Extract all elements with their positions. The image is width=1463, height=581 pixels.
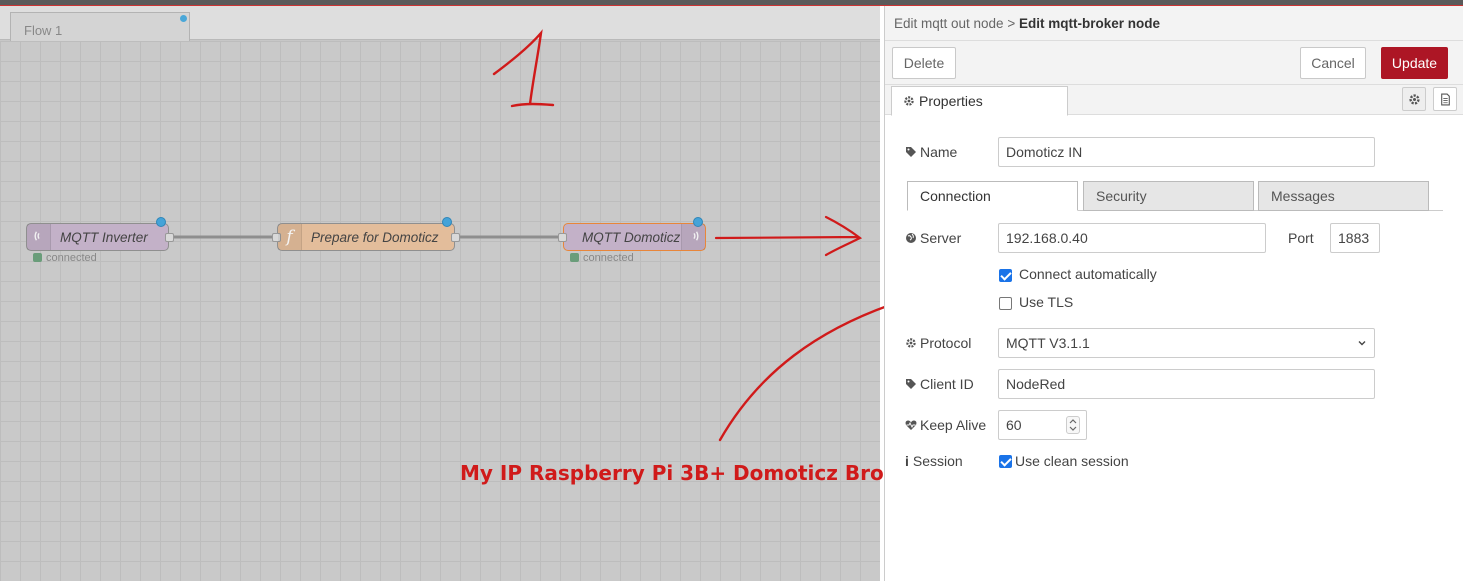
- output-port[interactable]: [451, 233, 460, 242]
- keep-alive-label-text: Keep Alive: [920, 417, 987, 433]
- breadcrumb-parent[interactable]: Edit mqtt out node >: [894, 16, 1015, 31]
- number-spinner[interactable]: [1066, 416, 1080, 434]
- properties-tab-bar: Properties: [885, 85, 1463, 116]
- editor-panel: Edit mqtt out node > Edit mqtt-broker no…: [884, 6, 1463, 581]
- editor-toolbar: Delete Cancel Update: [885, 41, 1463, 85]
- protocol-select[interactable]: MQTT V3.1.1: [998, 328, 1375, 358]
- tab-messages[interactable]: Messages: [1258, 181, 1429, 211]
- gear-icon: [1409, 94, 1420, 105]
- status-dot-icon: [570, 253, 579, 262]
- tab-security-label: Security: [1096, 188, 1147, 204]
- clean-session-label[interactable]: Use clean session: [1015, 453, 1129, 469]
- client-id-label-text: Client ID: [920, 376, 974, 392]
- keep-alive-label: Keep Alive: [905, 417, 986, 433]
- keep-alive-value: 60: [1006, 417, 1022, 433]
- info-icon: i: [905, 453, 909, 469]
- mqtt-wave-icon: [681, 224, 705, 250]
- node-changed-badge: [156, 217, 166, 227]
- gear-icon: [904, 96, 914, 106]
- update-button[interactable]: Update: [1381, 47, 1448, 79]
- mqtt-wave-icon: [27, 224, 51, 250]
- protocol-value: MQTT V3.1.1: [1006, 335, 1090, 351]
- status-text: connected: [46, 252, 97, 264]
- connect-automatically-checkbox[interactable]: [999, 269, 1012, 282]
- tab-properties[interactable]: Properties: [891, 86, 1068, 116]
- document-icon: [1441, 93, 1450, 106]
- breadcrumb: Edit mqtt out node > Edit mqtt-broker no…: [894, 16, 1160, 31]
- node-changed-badge: [442, 217, 452, 227]
- status-text: connected: [583, 252, 634, 264]
- use-tls-checkbox[interactable]: [999, 297, 1012, 310]
- server-label: Server: [905, 230, 961, 246]
- editor-header: Edit mqtt out node > Edit mqtt-broker no…: [885, 6, 1463, 41]
- tab-connection-label: Connection: [920, 188, 991, 204]
- wires-layer: [173, 235, 564, 239]
- status-dot-icon: [33, 253, 42, 262]
- connection-tabs: Connection Security Messages: [907, 181, 1443, 211]
- node-description-button[interactable]: [1433, 87, 1457, 111]
- globe-icon: [906, 233, 916, 243]
- session-label-text: Session: [912, 453, 963, 469]
- client-id-input[interactable]: NodeRed: [998, 369, 1375, 399]
- node-status: connected: [570, 252, 634, 264]
- connect-automatically-label[interactable]: Connect automatically: [1019, 266, 1157, 282]
- tab-messages-label: Messages: [1271, 188, 1335, 204]
- node-mqtt-domoticz[interactable]: MQTT Domoticz: [558, 217, 706, 251]
- cancel-button[interactable]: Cancel: [1300, 47, 1366, 79]
- chevron-down-icon: [1358, 341, 1366, 346]
- node-label: Prepare for Domoticz: [311, 230, 439, 245]
- tab-connection[interactable]: Connection: [907, 181, 1078, 211]
- input-port[interactable]: [558, 233, 567, 242]
- session-label: i Session: [905, 453, 963, 469]
- name-input[interactable]: Domoticz IN: [998, 137, 1375, 167]
- server-input[interactable]: 192.168.0.40: [998, 223, 1266, 253]
- node-settings-button[interactable]: [1402, 87, 1426, 111]
- tag-icon: [906, 147, 916, 157]
- node-prepare-for-domoticz[interactable]: f Prepare for Domoticz: [272, 217, 460, 251]
- flow-workspace: Flow 1 MQTT Inverter connected f Prepare…: [0, 6, 880, 581]
- name-label-text: Name: [920, 144, 958, 160]
- node-changed-badge: [693, 217, 703, 227]
- node-status: connected: [33, 252, 97, 264]
- protocol-label-text: Protocol: [920, 335, 972, 351]
- tab-properties-label: Properties: [919, 93, 983, 109]
- use-tls-label[interactable]: Use TLS: [1019, 294, 1073, 310]
- protocol-label: Protocol: [905, 335, 971, 351]
- heartbeat-icon: [905, 420, 917, 430]
- port-input[interactable]: 1883: [1330, 223, 1380, 253]
- name-label: Name: [905, 144, 957, 160]
- output-port[interactable]: [165, 233, 174, 242]
- node-mqtt-inverter[interactable]: MQTT Inverter: [26, 217, 174, 251]
- gear-icon: [906, 338, 916, 348]
- port-label: Port: [1288, 230, 1314, 246]
- node-label: MQTT Domoticz: [582, 230, 681, 245]
- tab-security[interactable]: Security: [1083, 181, 1254, 211]
- function-icon: f: [278, 224, 302, 250]
- keep-alive-input[interactable]: 60: [998, 410, 1087, 440]
- client-id-label: Client ID: [905, 376, 974, 392]
- delete-button[interactable]: Delete: [892, 47, 956, 79]
- tag-icon: [906, 379, 916, 389]
- breadcrumb-current: Edit mqtt-broker node: [1018, 16, 1160, 31]
- node-label: MQTT Inverter: [60, 230, 148, 245]
- server-label-text: Server: [920, 230, 962, 246]
- clean-session-checkbox[interactable]: [999, 455, 1012, 468]
- spinner-arrows-icon: [1069, 419, 1077, 431]
- annotation-text: My IP Raspberry Pi 3B+ Domoticz Broker: [460, 461, 920, 485]
